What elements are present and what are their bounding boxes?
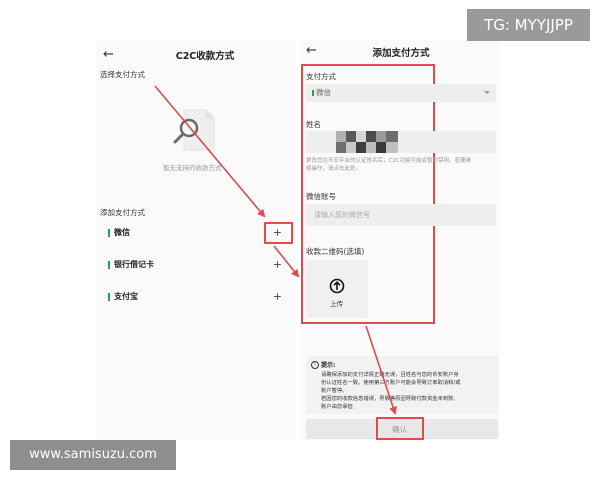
- tips-box: ! 提示: 请确保添加的支付详情正确无误，且姓名与您的币安账户身 份认证姓名一致…: [306, 356, 498, 414]
- qr-upload-box[interactable]: 上传: [306, 260, 368, 318]
- upload-label: 上传: [330, 300, 343, 308]
- site-watermark: www.samisuzu.com: [10, 440, 176, 470]
- payment-method-wechat[interactable]: 微信 +: [108, 226, 290, 240]
- payment-method-alipay[interactable]: 支付宝 +: [108, 290, 290, 304]
- section-select-title: 选择支付方式: [100, 70, 145, 79]
- annotation-highlight-plus: [264, 222, 293, 244]
- page-title: 添加支付方式: [372, 48, 430, 59]
- back-arrow-icon[interactable]: ←: [103, 48, 114, 62]
- pay-method-label: 支付方式: [306, 72, 336, 81]
- dropdown-caret-icon: [484, 91, 490, 94]
- info-icon: !: [311, 361, 319, 369]
- empty-state-text: 暂无支持的收款方式: [163, 164, 222, 172]
- accent-bar: [108, 293, 110, 301]
- account-label: 微信账号: [306, 192, 336, 201]
- qr-label: 收款二维码(选填): [306, 247, 365, 256]
- payment-method-label: 支付宝: [114, 292, 138, 301]
- pixelated-name: [336, 131, 398, 153]
- pay-method-select[interactable]: 微信: [306, 84, 496, 102]
- name-hint-line2: 续操作，请点击此处。: [306, 166, 362, 172]
- page-title: C2C收款方式: [175, 51, 235, 62]
- tips-line-1: 请确保添加的支付详情正确无误，且姓名与您的币安账户身: [321, 372, 459, 378]
- back-arrow-icon[interactable]: ←: [306, 44, 317, 58]
- annotation-highlight-confirm: [376, 417, 424, 440]
- name-label: 姓名: [306, 120, 321, 129]
- accent-bar: [108, 261, 110, 269]
- tips-line-4: 若因您的收款信息错误，导致等原因导致付款资金未到账,: [321, 396, 456, 402]
- plus-icon[interactable]: +: [273, 290, 282, 304]
- accent-bar: [312, 90, 314, 96]
- tips-line-3: 账户暂停。: [321, 388, 348, 394]
- name-hint-line1: 更改您在币安平台的认证姓名后，C2C功能可能会暂时禁用，若要继: [306, 158, 472, 164]
- account-placeholder: 请输入您的微信号: [314, 211, 370, 219]
- payment-method-label: 银行借记卡: [114, 260, 154, 269]
- name-field[interactable]: [306, 131, 496, 153]
- upload-arrow-icon: [329, 278, 345, 294]
- tips-title: 提示:: [321, 362, 336, 369]
- telegram-watermark: TG: MYYJJPP: [467, 9, 590, 41]
- account-input[interactable]: 请输入您的微信号: [306, 204, 496, 226]
- pay-method-value: 微信: [316, 88, 331, 97]
- plus-icon[interactable]: +: [273, 258, 282, 272]
- accent-bar: [108, 229, 110, 237]
- tips-line-2: 份认证姓名一致。使用第三方账户可能会导致订单取消和/或: [321, 380, 461, 386]
- search-empty-icon: [170, 108, 218, 152]
- payment-method-label: 微信: [114, 228, 130, 237]
- payment-method-bank-card[interactable]: 银行借记卡 +: [108, 258, 290, 272]
- tips-line-5: 账户由您承担: [321, 404, 353, 410]
- section-add-title: 添加支付方式: [100, 208, 145, 217]
